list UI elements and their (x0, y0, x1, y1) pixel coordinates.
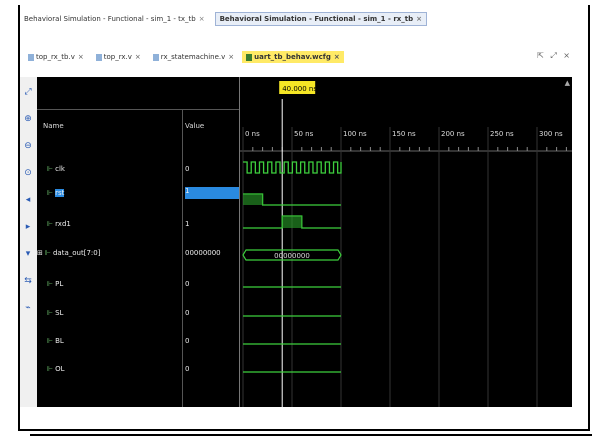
close-icon[interactable]: × (228, 53, 234, 61)
signal-label: data_out[7:0] (52, 249, 101, 257)
signal-name-ol[interactable]: ⊩ OL (47, 365, 65, 373)
signal-icon: ⊩ (47, 309, 54, 317)
sim-tab-rx[interactable]: Behavioral Simulation - Functional - sim… (214, 12, 428, 26)
rxd1-high-fill (282, 216, 302, 228)
signal-name-sl[interactable]: ⊩ SL (47, 309, 63, 317)
signal-value-pl: 0 (185, 280, 190, 288)
signal-value-bl: 0 (185, 337, 190, 345)
zoom-in-icon[interactable]: ⊕ (22, 113, 34, 125)
editor-tab-bar: top_rx_tb.v × top_rx.v × rx_statemachine.v… (24, 48, 572, 66)
name-column-header[interactable]: Name (43, 122, 64, 130)
signal-icon: ⊩ (47, 280, 54, 288)
signal-value-clk: 0 (185, 165, 190, 173)
signal-label: OL (55, 365, 65, 373)
time-tick-label: 100 ns (343, 130, 367, 138)
header-divider (37, 109, 239, 110)
signal-name-data-out[interactable]: ⊞ ⊩ data_out[7:0] (37, 249, 100, 257)
column-divider[interactable] (182, 109, 183, 407)
time-tick-label: 0 ns (245, 130, 260, 138)
verilog-file-icon (95, 53, 102, 61)
time-tick-label: 50 ns (294, 130, 314, 138)
waveform-file-icon (246, 53, 253, 61)
swap-cursor-icon[interactable]: ⇆ (22, 275, 34, 287)
waveform-viewer: Name Value ▲ ⊩ clk 0 ⊩ rst 1 ⊩ rxd1 1 ⊞ ⊩ dat… (37, 77, 572, 407)
value-column-header[interactable]: Value (185, 122, 204, 130)
signal-name-bl[interactable]: ⊩ BL (47, 337, 64, 345)
verilog-file-icon (152, 53, 159, 61)
time-tick-label: 150 ns (392, 130, 416, 138)
signal-label: SL (55, 309, 64, 317)
close-icon[interactable]: × (334, 53, 340, 61)
signal-value-data-out: 00000000 (185, 249, 221, 257)
waveform-toolbar: ⤢ ⊕ ⊖ ⊙ ◂ ▸ ▾ ⇆ ⌁ (20, 77, 37, 407)
bus-icon: ⊩ (44, 249, 51, 257)
signal-icon: ⊩ (47, 165, 54, 173)
zoom-out-icon[interactable]: ⊖ (22, 140, 34, 152)
cursor-time-label: 40.000 ns (282, 85, 317, 93)
signal-icon: ⊩ (47, 189, 54, 197)
close-icon[interactable]: × (78, 53, 84, 61)
close-icon[interactable]: × (135, 53, 141, 61)
signal-name-rxd1[interactable]: ⊩ rxd1 (47, 220, 71, 228)
simulation-tab-bar: Behavioral Simulation - Functional - sim… (20, 10, 572, 28)
go-to-time-icon[interactable]: ⊙ (22, 167, 34, 179)
editor-tab-label: top_rx_tb.v (36, 53, 75, 61)
time-tick-label: 300 ns (539, 130, 563, 138)
close-icon[interactable]: × (416, 15, 422, 23)
clock-waveform (243, 161, 342, 174)
close-icon[interactable]: × (199, 15, 205, 23)
signal-label: PL (55, 280, 64, 288)
verilog-file-icon (28, 53, 34, 61)
editor-tab-label: rx_statemachine.v (160, 53, 226, 61)
signal-name-rst[interactable]: ⊩ rst (47, 189, 65, 197)
signal-name-clk[interactable]: ⊩ clk (47, 165, 65, 173)
add-marker-icon[interactable]: ▾ (22, 248, 34, 260)
editor-tab-rx-statemachine[interactable]: rx_statemachine.v × (149, 51, 238, 63)
editor-tab-label: top_rx.v (103, 53, 132, 61)
time-tick-label: 200 ns (441, 130, 465, 138)
editor-tab-top-rx-tb[interactable]: top_rx_tb.v × (24, 51, 88, 63)
editor-tab-uart-tb-wcfg[interactable]: uart_tb_behav.wcfg × (242, 51, 344, 63)
next-transition-icon[interactable]: ▸ (22, 221, 34, 233)
signal-value-ol: 0 (185, 365, 190, 373)
signal-icon: ⊩ (47, 365, 54, 373)
signal-label: BL (55, 337, 64, 345)
sim-tab-tx[interactable]: Behavioral Simulation - Functional - sim… (20, 13, 209, 25)
zoom-fit-icon[interactable]: ⤢ (22, 86, 34, 98)
signal-icon: ⊩ (47, 220, 54, 228)
data-out-bus-value: 00000000 (274, 252, 310, 260)
signal-value-rst: 1 (185, 187, 239, 199)
signal-label: clk (55, 165, 65, 173)
signal-label: rst (55, 189, 65, 197)
expand-icon: ⊞ (37, 249, 43, 257)
signal-label: rxd1 (55, 220, 71, 228)
signal-value-rxd1: 1 (185, 220, 190, 228)
bottom-rule (30, 434, 592, 436)
signal-value-sl: 0 (185, 309, 190, 317)
waveform-plot[interactable]: 0 ns 50 ns 100 ns 150 ns 200 ns 250 ns 300 ns 4… (240, 77, 572, 407)
previous-transition-icon[interactable]: ◂ (22, 194, 34, 206)
rst-high-fill (243, 194, 263, 205)
time-tick-label: 250 ns (490, 130, 514, 138)
tab-window-controls[interactable]: ⇱ ⤢ × (537, 51, 572, 61)
sim-tab-tx-label: Behavioral Simulation - Functional - sim… (24, 15, 196, 23)
editor-tab-label: uart_tb_behav.wcfg (254, 53, 331, 61)
editor-tab-top-rx[interactable]: top_rx.v × (92, 51, 145, 63)
snap-icon[interactable]: ⌁ (22, 302, 34, 314)
signal-icon: ⊩ (47, 337, 54, 345)
sim-tab-rx-label: Behavioral Simulation - Functional - sim… (219, 15, 414, 23)
signal-name-pl[interactable]: ⊩ PL (47, 280, 63, 288)
